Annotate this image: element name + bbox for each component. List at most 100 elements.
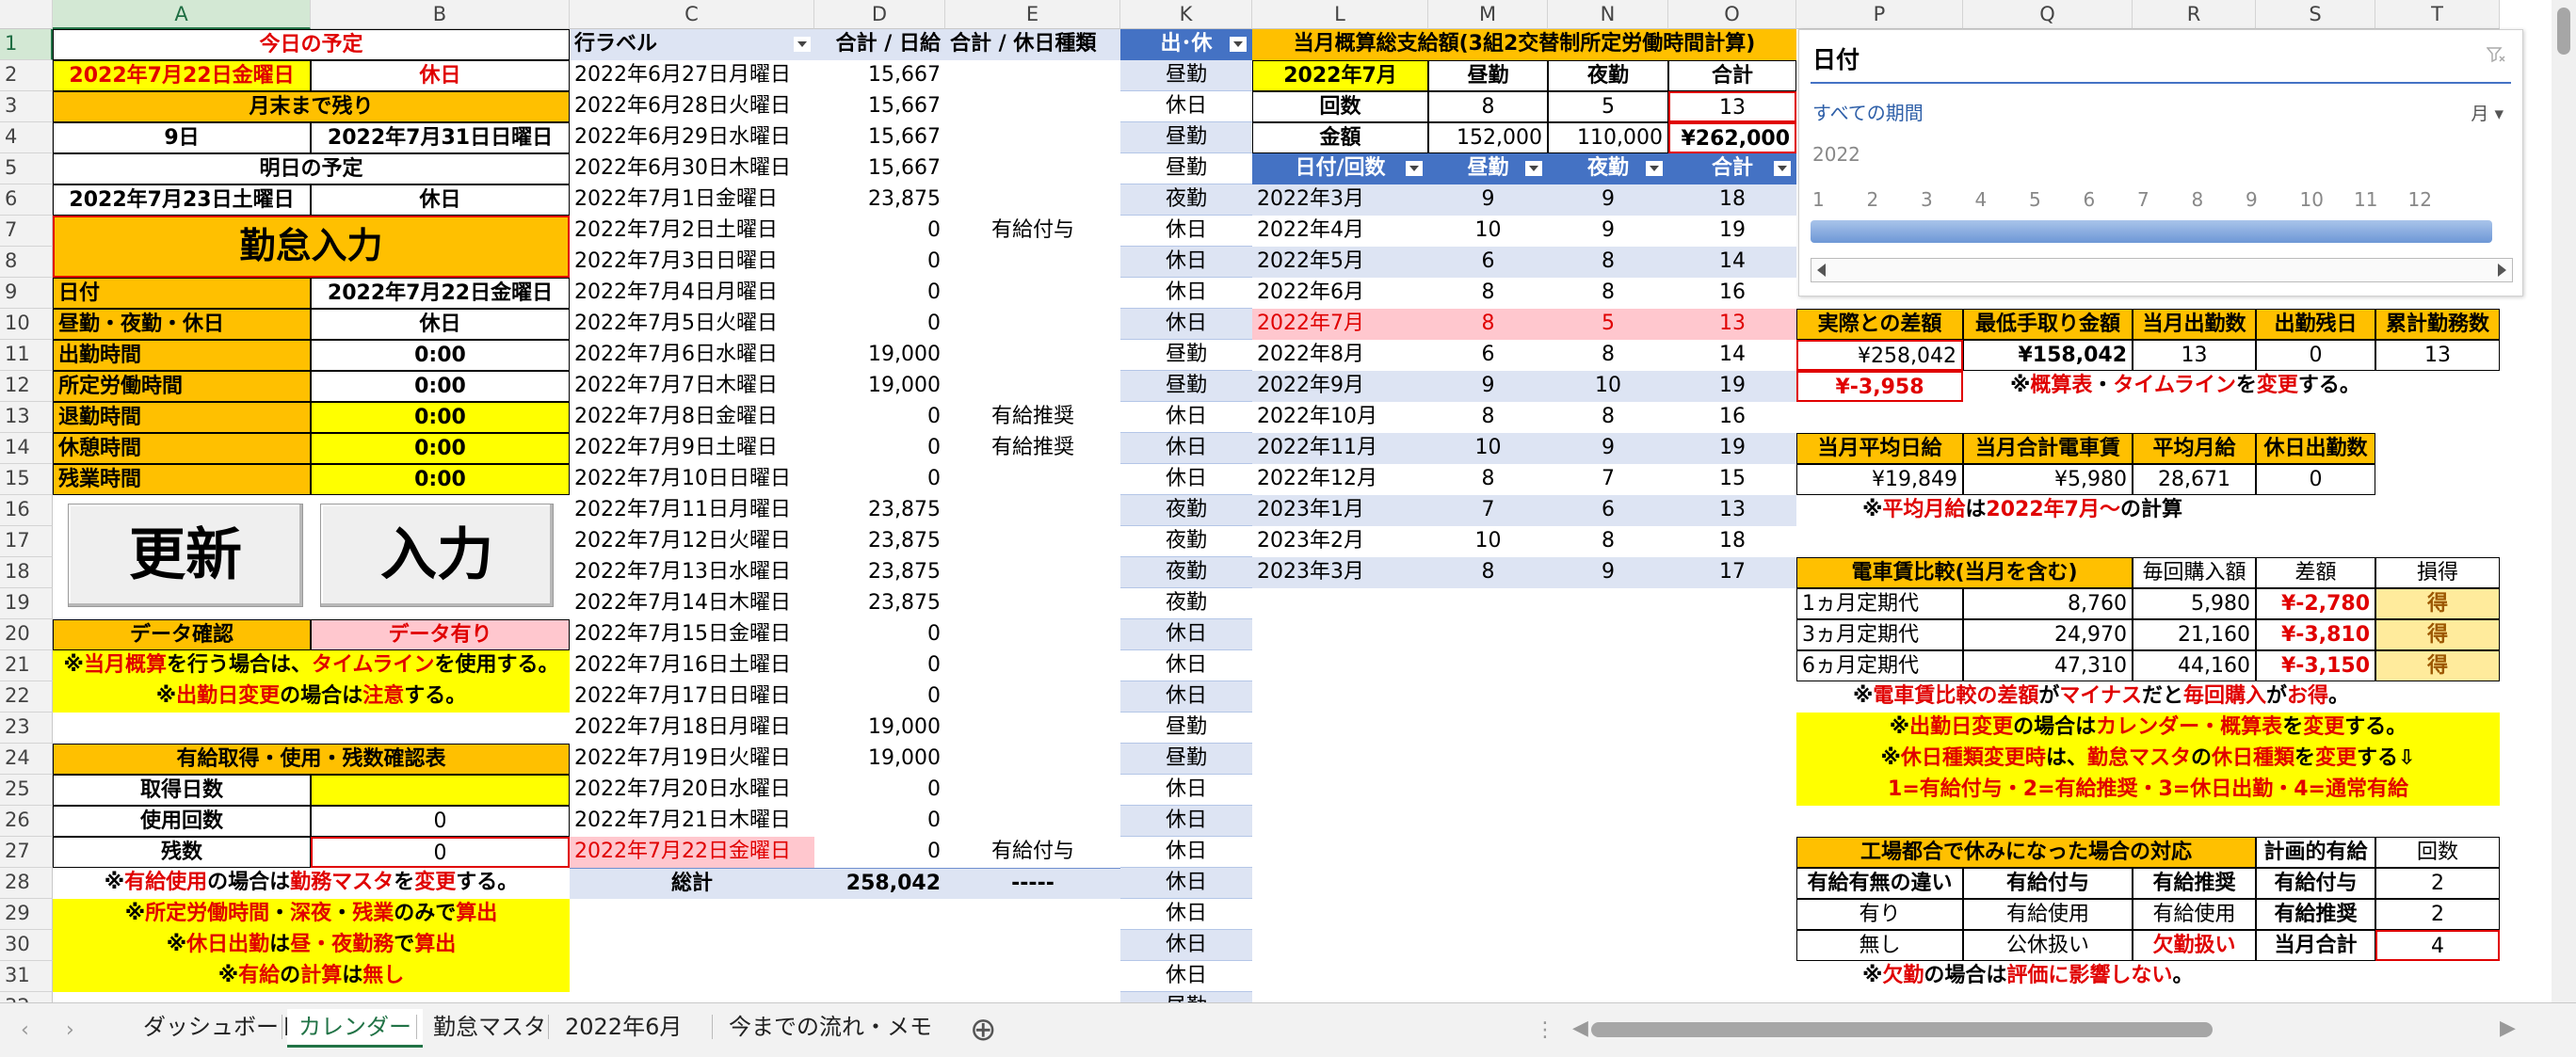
column-header[interactable]: M	[1428, 0, 1548, 29]
vertical-scroll-thumb[interactable]	[2557, 8, 2570, 55]
row-header[interactable]: 10	[0, 309, 53, 340]
vertical-scrollbar[interactable]	[2552, 0, 2576, 1002]
column-header[interactable]: C	[570, 0, 814, 29]
shift-filter-dropdown-icon[interactable]	[1230, 37, 1247, 52]
row-header[interactable]: 12	[0, 371, 53, 402]
form-value[interactable]: 0:00	[311, 402, 570, 433]
row-header[interactable]: 24	[0, 744, 53, 775]
row-header[interactable]: 15	[0, 464, 53, 495]
row-header[interactable]: 16	[0, 495, 53, 526]
column-header[interactable]: Q	[1963, 0, 2133, 29]
clear-filter-icon[interactable]	[2487, 47, 2505, 64]
row-header[interactable]: 20	[0, 619, 53, 650]
row-header[interactable]: 23	[0, 713, 53, 744]
column-header[interactable]: K	[1120, 0, 1252, 29]
slicer-month[interactable]: 3	[1921, 188, 1933, 211]
slicer-scrollbar[interactable]	[1811, 258, 2513, 282]
sheet-tab[interactable]: ダッシュボード	[132, 1009, 313, 1045]
update-button[interactable]: 更新	[68, 504, 303, 607]
period-unit-dropdown[interactable]: 月 ▾	[2471, 100, 2504, 125]
column-header[interactable]: B	[311, 0, 570, 29]
row-header[interactable]: 9	[0, 278, 53, 309]
slicer-month[interactable]: 2	[1867, 188, 1879, 211]
row-header[interactable]: 27	[0, 837, 53, 868]
slicer-month[interactable]: 6	[2084, 188, 2096, 211]
filter-dropdown-icon[interactable]	[1774, 161, 1791, 176]
column-header[interactable]: R	[2133, 0, 2256, 29]
horizontal-scroll-thumb[interactable]	[1591, 1022, 2213, 1037]
form-value[interactable]: 休日	[311, 309, 570, 340]
row-header[interactable]: 6	[0, 184, 53, 216]
row-header[interactable]: 11	[0, 340, 53, 371]
column-header[interactable]: A	[53, 0, 311, 29]
horizontal-scrollbar[interactable]: ◀ ▶	[1572, 1017, 2516, 1040]
row-header[interactable]: 22	[0, 681, 53, 713]
slicer-month[interactable]: 5	[2029, 188, 2041, 211]
filter-dropdown-icon[interactable]	[1525, 161, 1542, 176]
row-header[interactable]: 29	[0, 899, 53, 930]
slicer-month[interactable]: 12	[2408, 188, 2432, 211]
row-header[interactable]: 1	[0, 29, 53, 60]
scroll-right-icon[interactable]	[2498, 264, 2506, 277]
column-header[interactable]: N	[1548, 0, 1668, 29]
column-header[interactable]: P	[1796, 0, 1963, 29]
sheet-tab[interactable]: 2022年6月	[554, 1009, 693, 1045]
form-value[interactable]: 2022年7月22日金曜日	[311, 278, 570, 309]
row-header[interactable]: 18	[0, 557, 53, 588]
row-header[interactable]: 31	[0, 961, 53, 992]
pivot-filter-dropdown-icon[interactable]	[794, 37, 811, 52]
sheet-tab[interactable]: カレンダー	[287, 1009, 423, 1048]
select-all-corner[interactable]	[0, 0, 53, 29]
pivot-date: 2022年7月10日日曜日	[574, 467, 791, 490]
column-header[interactable]: D	[814, 0, 945, 29]
sheet-tab[interactable]: 勤怠マスタ	[422, 1009, 557, 1045]
row-header[interactable]: 3	[0, 91, 53, 122]
row-header[interactable]: 25	[0, 775, 53, 806]
tab-next-icon[interactable]: ›	[66, 1018, 74, 1042]
input-button[interactable]: 入力	[320, 504, 554, 607]
filter-dropdown-icon[interactable]	[1406, 161, 1423, 176]
row-header[interactable]: 30	[0, 930, 53, 961]
form-value[interactable]: 0:00	[311, 433, 570, 464]
slicer-month[interactable]: 7	[2137, 188, 2149, 211]
column-header[interactable]: E	[945, 0, 1120, 29]
row-header[interactable]: 19	[0, 588, 53, 619]
row-header[interactable]: 28	[0, 868, 53, 899]
row-header[interactable]: 4	[0, 122, 53, 153]
slicer-month[interactable]: 1	[1812, 188, 1825, 211]
slicer-month[interactable]: 8	[2192, 188, 2204, 211]
slicer-month[interactable]: 9	[2246, 188, 2258, 211]
form-value[interactable]: 0:00	[311, 340, 570, 371]
filter-dropdown-icon[interactable]	[1646, 161, 1663, 176]
row-header[interactable]: 13	[0, 402, 53, 433]
add-sheet-icon[interactable]: ⊕	[970, 1011, 997, 1049]
column-header[interactable]: L	[1252, 0, 1428, 29]
pivot-holiday-type: 有給推奨	[990, 436, 1074, 459]
slicer-month[interactable]: 10	[2300, 188, 2324, 211]
column-header[interactable]: T	[2375, 0, 2500, 29]
selected-period-bar[interactable]	[1811, 220, 2492, 243]
row-header[interactable]: 2	[0, 60, 53, 91]
row-header[interactable]: 21	[0, 650, 53, 681]
scroll-left-icon[interactable]	[1817, 264, 1826, 277]
row-header[interactable]: 14	[0, 433, 53, 464]
sheet-tab[interactable]: 今までの流れ・メモ	[717, 1009, 943, 1045]
row-header[interactable]: 17	[0, 526, 53, 557]
slicer-month[interactable]: 4	[1975, 188, 1988, 211]
scroll-left-icon[interactable]: ◀	[1572, 1017, 1588, 1040]
pivot-header[interactable]: 行ラベル	[570, 29, 814, 60]
row-header[interactable]: 5	[0, 153, 53, 184]
form-value[interactable]: 0:00	[311, 371, 570, 402]
column-header[interactable]: S	[2256, 0, 2375, 29]
column-header[interactable]: O	[1668, 0, 1796, 29]
slicer-month[interactable]: 11	[2354, 188, 2377, 211]
row-header[interactable]: 8	[0, 247, 53, 278]
row-header[interactable]: 26	[0, 806, 53, 837]
scroll-right-icon[interactable]: ▶	[2500, 1017, 2516, 1040]
row-header[interactable]: 7	[0, 216, 53, 247]
date-timeline-slicer[interactable]: 日付 すべての期間 月 ▾ 2022 1 2 3 4 5 6 7 8 9 10 11 12	[1798, 29, 2523, 296]
tab-prev-icon[interactable]: ‹	[21, 1018, 29, 1042]
form-value[interactable]: 0:00	[311, 464, 570, 495]
monthly-header[interactable]: 日付/回数	[1252, 153, 1428, 184]
more-options-icon[interactable]: ⋮	[1535, 1018, 1555, 1042]
